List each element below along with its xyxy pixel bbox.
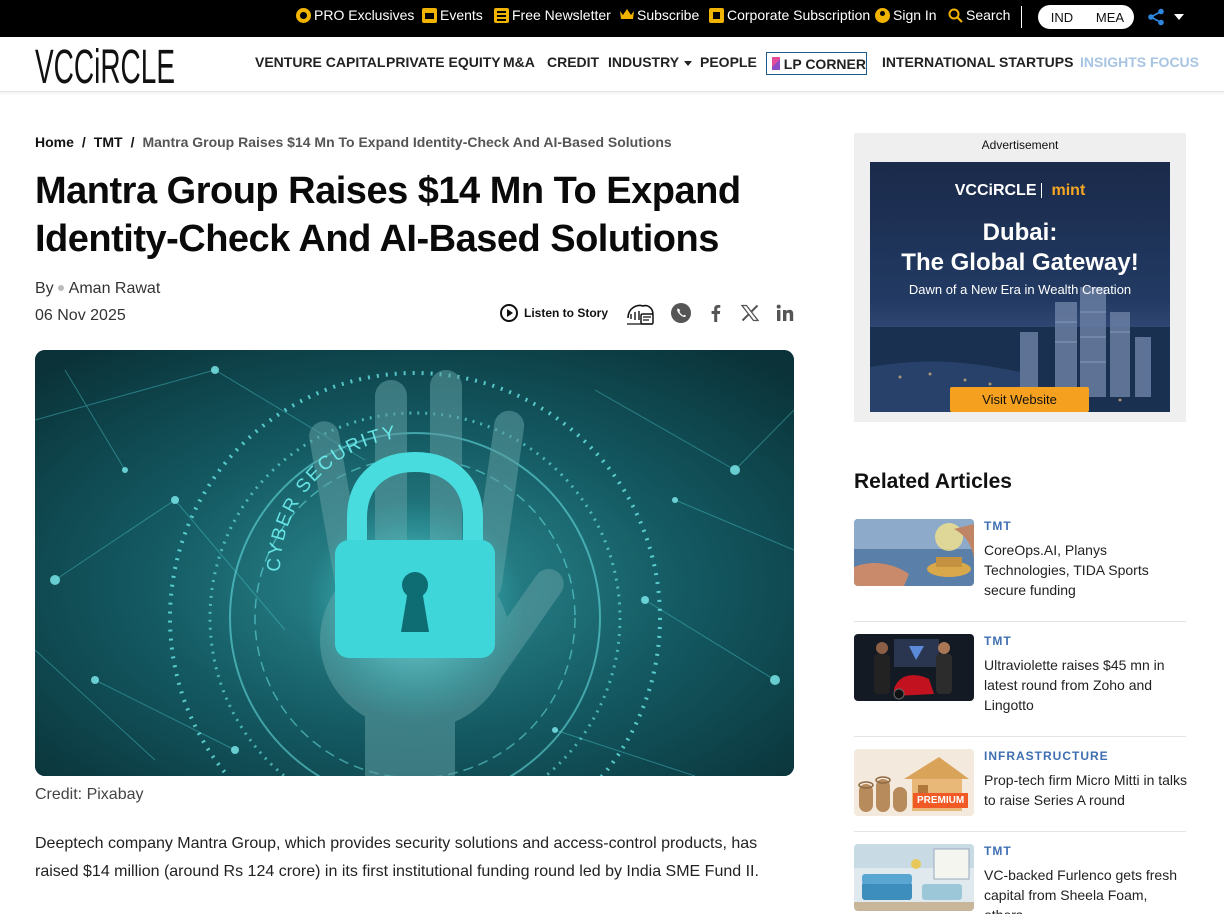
vccircle-logo[interactable]: VCCiRCLE bbox=[35, 43, 177, 87]
newsletter-label: Free Newsletter bbox=[512, 7, 611, 23]
share-icon[interactable] bbox=[1147, 8, 1165, 26]
hero-image: CYBER SECURITY bbox=[35, 350, 794, 776]
related-article-title[interactable]: Prop-tech firm Micro Mitti in talks to r… bbox=[984, 770, 1189, 810]
related-divider bbox=[854, 831, 1186, 832]
breadcrumb-current: Mantra Group Raises $14 Mn To Expand Ide… bbox=[142, 134, 672, 150]
related-article-category[interactable]: TMT bbox=[984, 634, 1012, 648]
subscribe-link[interactable]: Subscribe bbox=[619, 0, 699, 30]
main-header: VCCiRCLE VENTURE CAPITAL PRIVATE EQUITY … bbox=[0, 37, 1224, 92]
award-icon bbox=[296, 7, 311, 23]
ad-brand: VCCiRCLE mint bbox=[870, 182, 1170, 200]
nav-insights-focus[interactable]: INSIGHTS FOCUS bbox=[1080, 54, 1199, 70]
events-link[interactable]: Events bbox=[422, 0, 483, 30]
breadcrumb-home[interactable]: Home bbox=[35, 134, 74, 150]
crown-icon bbox=[619, 8, 634, 23]
nav-credit[interactable]: CREDIT bbox=[547, 54, 599, 70]
image-credit: Credit: Pixabay bbox=[35, 786, 144, 803]
related-article-thumbnail[interactable] bbox=[854, 519, 974, 586]
related-divider bbox=[854, 736, 1186, 737]
pro-exclusives-link[interactable]: PRO Exclusives bbox=[296, 0, 414, 30]
nav-venture-capital[interactable]: VENTURE CAPITAL bbox=[255, 54, 385, 70]
topbar-divider bbox=[1021, 6, 1022, 28]
chevron-down-icon[interactable] bbox=[1174, 14, 1184, 20]
sign-in-link[interactable]: Sign In bbox=[875, 0, 937, 30]
region-ind[interactable]: IND bbox=[1038, 10, 1086, 25]
related-article-category[interactable]: TMT bbox=[984, 844, 1012, 858]
author-name[interactable]: Aman Rawat bbox=[69, 280, 161, 297]
pro-exclusives-label: PRO Exclusives bbox=[314, 7, 415, 23]
user-icon bbox=[875, 7, 890, 23]
listen-label: Listen to Story bbox=[524, 306, 609, 320]
top-utility-bar: PRO Exclusives Events Free Newsletter Su… bbox=[0, 0, 1224, 37]
corporate-subscription-label: Corporate Subscription bbox=[727, 7, 871, 23]
premium-badge: PREMIUM bbox=[913, 793, 969, 808]
by-label: By bbox=[35, 280, 54, 297]
nav-ma[interactable]: M&A bbox=[503, 54, 535, 70]
related-article-thumbnail[interactable]: PREMIUM bbox=[854, 749, 974, 816]
ad-headline-line1: Dubai: bbox=[982, 219, 1058, 246]
article-title: Mantra Group Raises $14 Mn To Expand Ide… bbox=[35, 170, 741, 260]
ad-visit-website-button[interactable]: Visit Website bbox=[950, 387, 1089, 412]
ad-brand-vccircle: VCCiRCLE bbox=[954, 182, 1037, 199]
whatsapp-icon[interactable] bbox=[669, 301, 693, 325]
nav-people[interactable]: PEOPLE bbox=[700, 54, 757, 70]
region-switch[interactable]: IND MEA bbox=[1038, 5, 1134, 29]
ad-subheadline: Dawn of a New Era in Wealth Creation bbox=[908, 282, 1132, 297]
lp-corner-icon bbox=[772, 57, 780, 70]
listen-to-story-button[interactable]: Listen to Story bbox=[500, 304, 608, 322]
breadcrumb-separator: / bbox=[81, 134, 86, 150]
breadcrumb: Home / TMT / Mantra Group Raises $14 Mn To E… bbox=[35, 134, 672, 150]
svg-text:VCCiRCLE: VCCiRCLE bbox=[35, 43, 175, 87]
linkedin-icon[interactable] bbox=[773, 301, 797, 325]
related-article-category[interactable]: TMT bbox=[984, 519, 1012, 533]
related-article-title[interactable]: Ultraviolette raises $45 mn in latest ro… bbox=[984, 655, 1189, 715]
nav-international[interactable]: INTERNATIONAL bbox=[882, 54, 995, 70]
search-icon bbox=[948, 8, 963, 23]
related-divider bbox=[854, 621, 1186, 622]
ad-banner[interactable]: VCCiRCLE mint Dubai: The Global Gateway! … bbox=[870, 162, 1170, 412]
byline: By Aman Rawat bbox=[35, 280, 160, 298]
related-article-thumbnail[interactable] bbox=[854, 634, 974, 701]
play-icon bbox=[500, 304, 518, 322]
ad-brand-mint: mint bbox=[1051, 182, 1086, 199]
nav-industry[interactable]: INDUSTRY bbox=[608, 54, 692, 70]
related-article-category[interactable]: INFRASTRUCTURE bbox=[984, 749, 1109, 763]
ad-headline-line2: The Global Gateway! bbox=[901, 249, 1139, 276]
newsletter-icon bbox=[494, 7, 509, 23]
search-link[interactable]: Search bbox=[948, 0, 1010, 30]
facebook-icon[interactable] bbox=[704, 301, 728, 325]
corporate-icon bbox=[709, 7, 724, 23]
subscribe-label: Subscribe bbox=[637, 7, 700, 23]
x-twitter-icon[interactable] bbox=[738, 301, 762, 325]
ad-label: Advertisement bbox=[981, 138, 1059, 152]
ad-headline: Dubai: The Global Gateway! bbox=[870, 218, 1170, 278]
related-article-thumbnail[interactable] bbox=[854, 844, 974, 911]
related-article-title[interactable]: CoreOps.AI, Planys Technologies, TIDA Sp… bbox=[984, 540, 1189, 600]
search-label: Search bbox=[966, 7, 1011, 23]
region-mea[interactable]: MEA bbox=[1086, 10, 1134, 25]
nav-lp-corner[interactable]: LP CORNER bbox=[766, 52, 867, 75]
events-label: Events bbox=[440, 7, 483, 23]
nav-startups[interactable]: STARTUPS bbox=[999, 54, 1073, 70]
ad-brand-divider bbox=[1040, 183, 1042, 199]
google-news-icon[interactable] bbox=[625, 300, 657, 328]
breadcrumb-separator: / bbox=[130, 134, 135, 150]
sign-in-label: Sign In bbox=[893, 7, 937, 23]
publish-date: 06 Nov 2025 bbox=[35, 307, 126, 324]
nav-lp-corner-label: LP CORNER bbox=[783, 55, 866, 72]
author-dot bbox=[57, 284, 64, 291]
newsletter-link[interactable]: Free Newsletter bbox=[494, 0, 611, 30]
article-paragraph: Deeptech company Mantra Group, which pro… bbox=[35, 835, 759, 880]
corporate-subscription-link[interactable]: Corporate Subscription bbox=[709, 0, 870, 30]
nav-private-equity[interactable]: PRIVATE EQUITY bbox=[386, 54, 501, 70]
breadcrumb-section[interactable]: TMT bbox=[94, 134, 123, 150]
related-article-title[interactable]: VC-backed Furlenco gets fresh capital fr… bbox=[984, 865, 1189, 914]
events-icon bbox=[422, 7, 437, 23]
related-articles-heading: Related Articles bbox=[854, 470, 1012, 493]
ad-container: Advertisement VCCiRCLE mint Dubai: The G… bbox=[854, 133, 1186, 422]
